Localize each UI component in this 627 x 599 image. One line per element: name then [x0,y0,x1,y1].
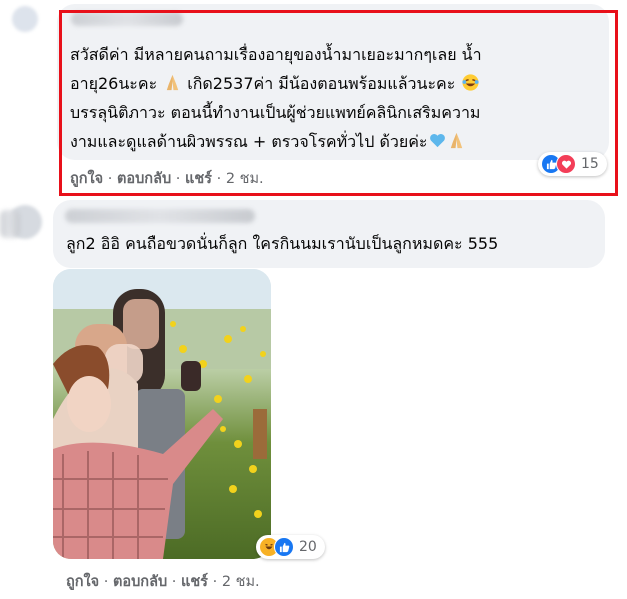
like-reaction-icon [274,537,294,557]
separator: · [212,574,218,590]
commenter-name-blurred[interactable] [65,209,255,223]
commenter-avatar[interactable] [12,6,38,32]
reaction-count: 20 [299,539,317,555]
share-link[interactable]: แชร์ [181,574,208,590]
comment-text: ลูก2 อิอิ คนถือขวดนั่นก็ลูก ใครกินนมเราน… [66,234,499,253]
like-link[interactable]: ถูกใจ [66,574,99,590]
comment-photo[interactable] [53,269,271,559]
comment-actions: ถูกใจ · ตอบกลับ · แชร์ · 2 ชม. [66,570,260,593]
highlight-box [59,10,618,196]
separator: · [171,574,177,590]
photo-reactions[interactable]: 20 [256,535,325,559]
timestamp[interactable]: 2 ชม. [222,574,260,590]
photo-scene [53,269,271,559]
reply-link[interactable]: ตอบกลับ [113,574,167,590]
avatar-blur-edge [0,210,20,238]
separator: · [103,574,109,590]
